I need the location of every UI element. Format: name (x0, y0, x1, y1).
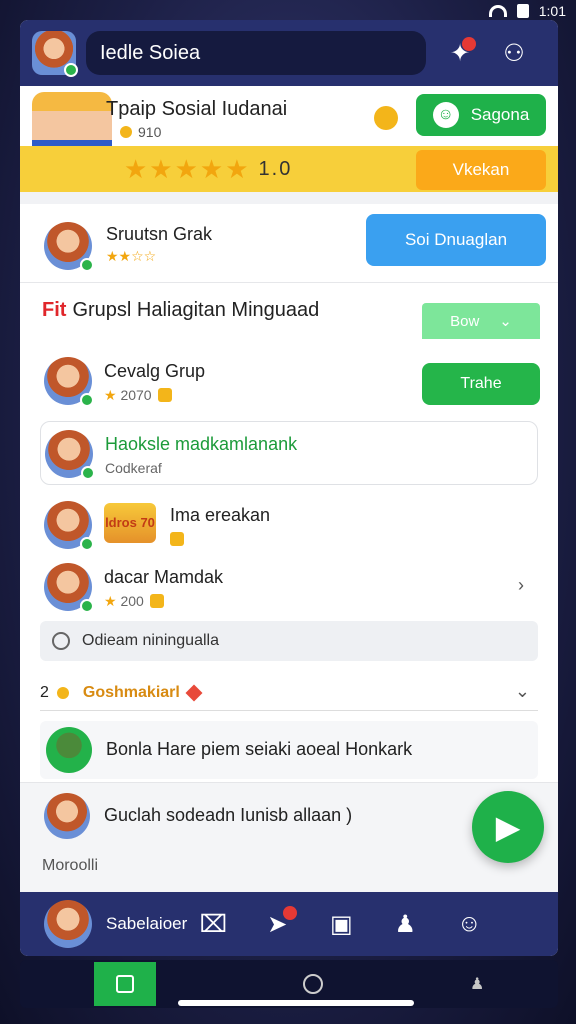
post-item[interactable]: Bonla Hare piem seiaki aoeal Honkark (40, 721, 538, 779)
list-item[interactable]: ldros 70 Ima ereakan (40, 493, 538, 557)
group-header[interactable]: 2 Goshmakiarl ⌄ (40, 675, 538, 711)
user-avatar[interactable] (44, 222, 94, 272)
gold-icon (157, 388, 172, 402)
chat-avatar (44, 793, 90, 839)
home-indicator[interactable] (178, 1000, 414, 1006)
avatar (45, 430, 95, 480)
notification-badge (462, 37, 476, 51)
square-icon (115, 975, 134, 993)
gold-icon (149, 594, 164, 608)
chevron-right-icon[interactable]: › (518, 575, 524, 596)
filter-dropdown[interactable]: Bow ⌄ (422, 303, 540, 339)
wifi-icon (488, 5, 507, 17)
list-item[interactable]: Haoksle madkamlanank Codkeraf (40, 421, 538, 485)
home-icon[interactable] (302, 974, 323, 994)
chevron-down-icon: ⌄ (499, 313, 512, 330)
star-rating: ★★★★★ 1.0 (124, 154, 293, 184)
notification-icon[interactable]: ✦ (440, 33, 480, 73)
gem-icon (185, 684, 203, 701)
sagona-button[interactable]: ☺ Sagona (416, 94, 546, 136)
user-name: Sruutsn Grak (106, 224, 213, 244)
hero-coins: 910 (120, 124, 161, 140)
avatar (44, 563, 94, 613)
nav-avatar[interactable] (44, 900, 92, 948)
more-link[interactable]: Moroolli (42, 857, 98, 875)
profile-avatar[interactable] (32, 31, 78, 77)
section-title: Fit Grupsl Haliagitan Minguaad (42, 299, 320, 321)
emoji-icon (374, 106, 398, 130)
search-icon (52, 632, 70, 650)
avatar (46, 727, 92, 773)
camera-icon[interactable]: ▣ (321, 904, 361, 944)
trash-icon[interactable]: ⌧ (193, 904, 233, 944)
hero-title: Tpaip Sosial Iudanai (106, 98, 288, 120)
rating-strip: ★★★★★ 1.0 Vkekan (20, 146, 558, 192)
battery-icon (516, 4, 529, 18)
bell-icon[interactable]: ♟ (385, 904, 425, 944)
smile-icon: ☺ (432, 102, 459, 128)
user-rating: ★★☆☆ (106, 248, 157, 264)
send-icon[interactable]: ➤ (257, 904, 298, 944)
chevron-down-icon[interactable]: ⌄ (515, 681, 530, 702)
app-title-field[interactable]: Iedle Soiea (86, 31, 426, 75)
recents-button[interactable] (93, 962, 156, 1006)
person-icon[interactable]: ⚇ (494, 33, 534, 73)
vkekan-button[interactable]: Vkekan (416, 150, 546, 190)
app-window: Iedle Soiea ✦ ⚇ Tpaip Sosial Iudanai 910… (20, 20, 558, 956)
avatar (44, 357, 94, 407)
join-button[interactable]: Soi Dnuaglan (366, 214, 546, 266)
avatar (44, 501, 94, 551)
top-bar: Iedle Soiea ✦ ⚇ (20, 20, 558, 86)
nav-label: Sabelaioer (106, 914, 188, 933)
user-card: Sruutsn Grak ★★☆☆ Soi Dnuaglan (20, 204, 558, 282)
search-bar[interactable]: Odieam niningualla (40, 621, 538, 661)
coin-icon (56, 686, 69, 699)
smiley-icon[interactable]: ☺ (449, 904, 489, 944)
list-item[interactable]: dacar Mamdak ★ 200 › (40, 555, 538, 619)
gold-icon (170, 532, 184, 546)
person-icon[interactable]: ♟ (470, 974, 484, 994)
status-bar: 1:01 (0, 0, 576, 22)
online-indicator (64, 63, 78, 77)
coin-icon (120, 126, 132, 138)
hero-banner: Tpaip Sosial Iudanai 910 ☺ Sagona ★★★★★ 1.… (20, 86, 558, 192)
list-item[interactable]: Cevalg Grup ★ 2070 (40, 349, 538, 413)
play-icon: ▶ (495, 809, 521, 845)
chat-message[interactable]: Guclah sodeadn Iunisb allaan ) (104, 805, 352, 826)
group-list: Fit Grupsl Haliagitan Minguaad Bow ⌄ Trahe… (20, 282, 558, 782)
bottom-nav: Sabelaioer ⌧ ➤ ▣ ♟ ☺ (20, 892, 558, 956)
status-time: 1:01 (538, 3, 566, 19)
chat-bar: Guclah sodeadn Iunisb allaan ) Moroolli … (20, 782, 558, 892)
level-badge: ldros 70 (104, 503, 156, 543)
play-button[interactable]: ▶ (472, 791, 544, 863)
